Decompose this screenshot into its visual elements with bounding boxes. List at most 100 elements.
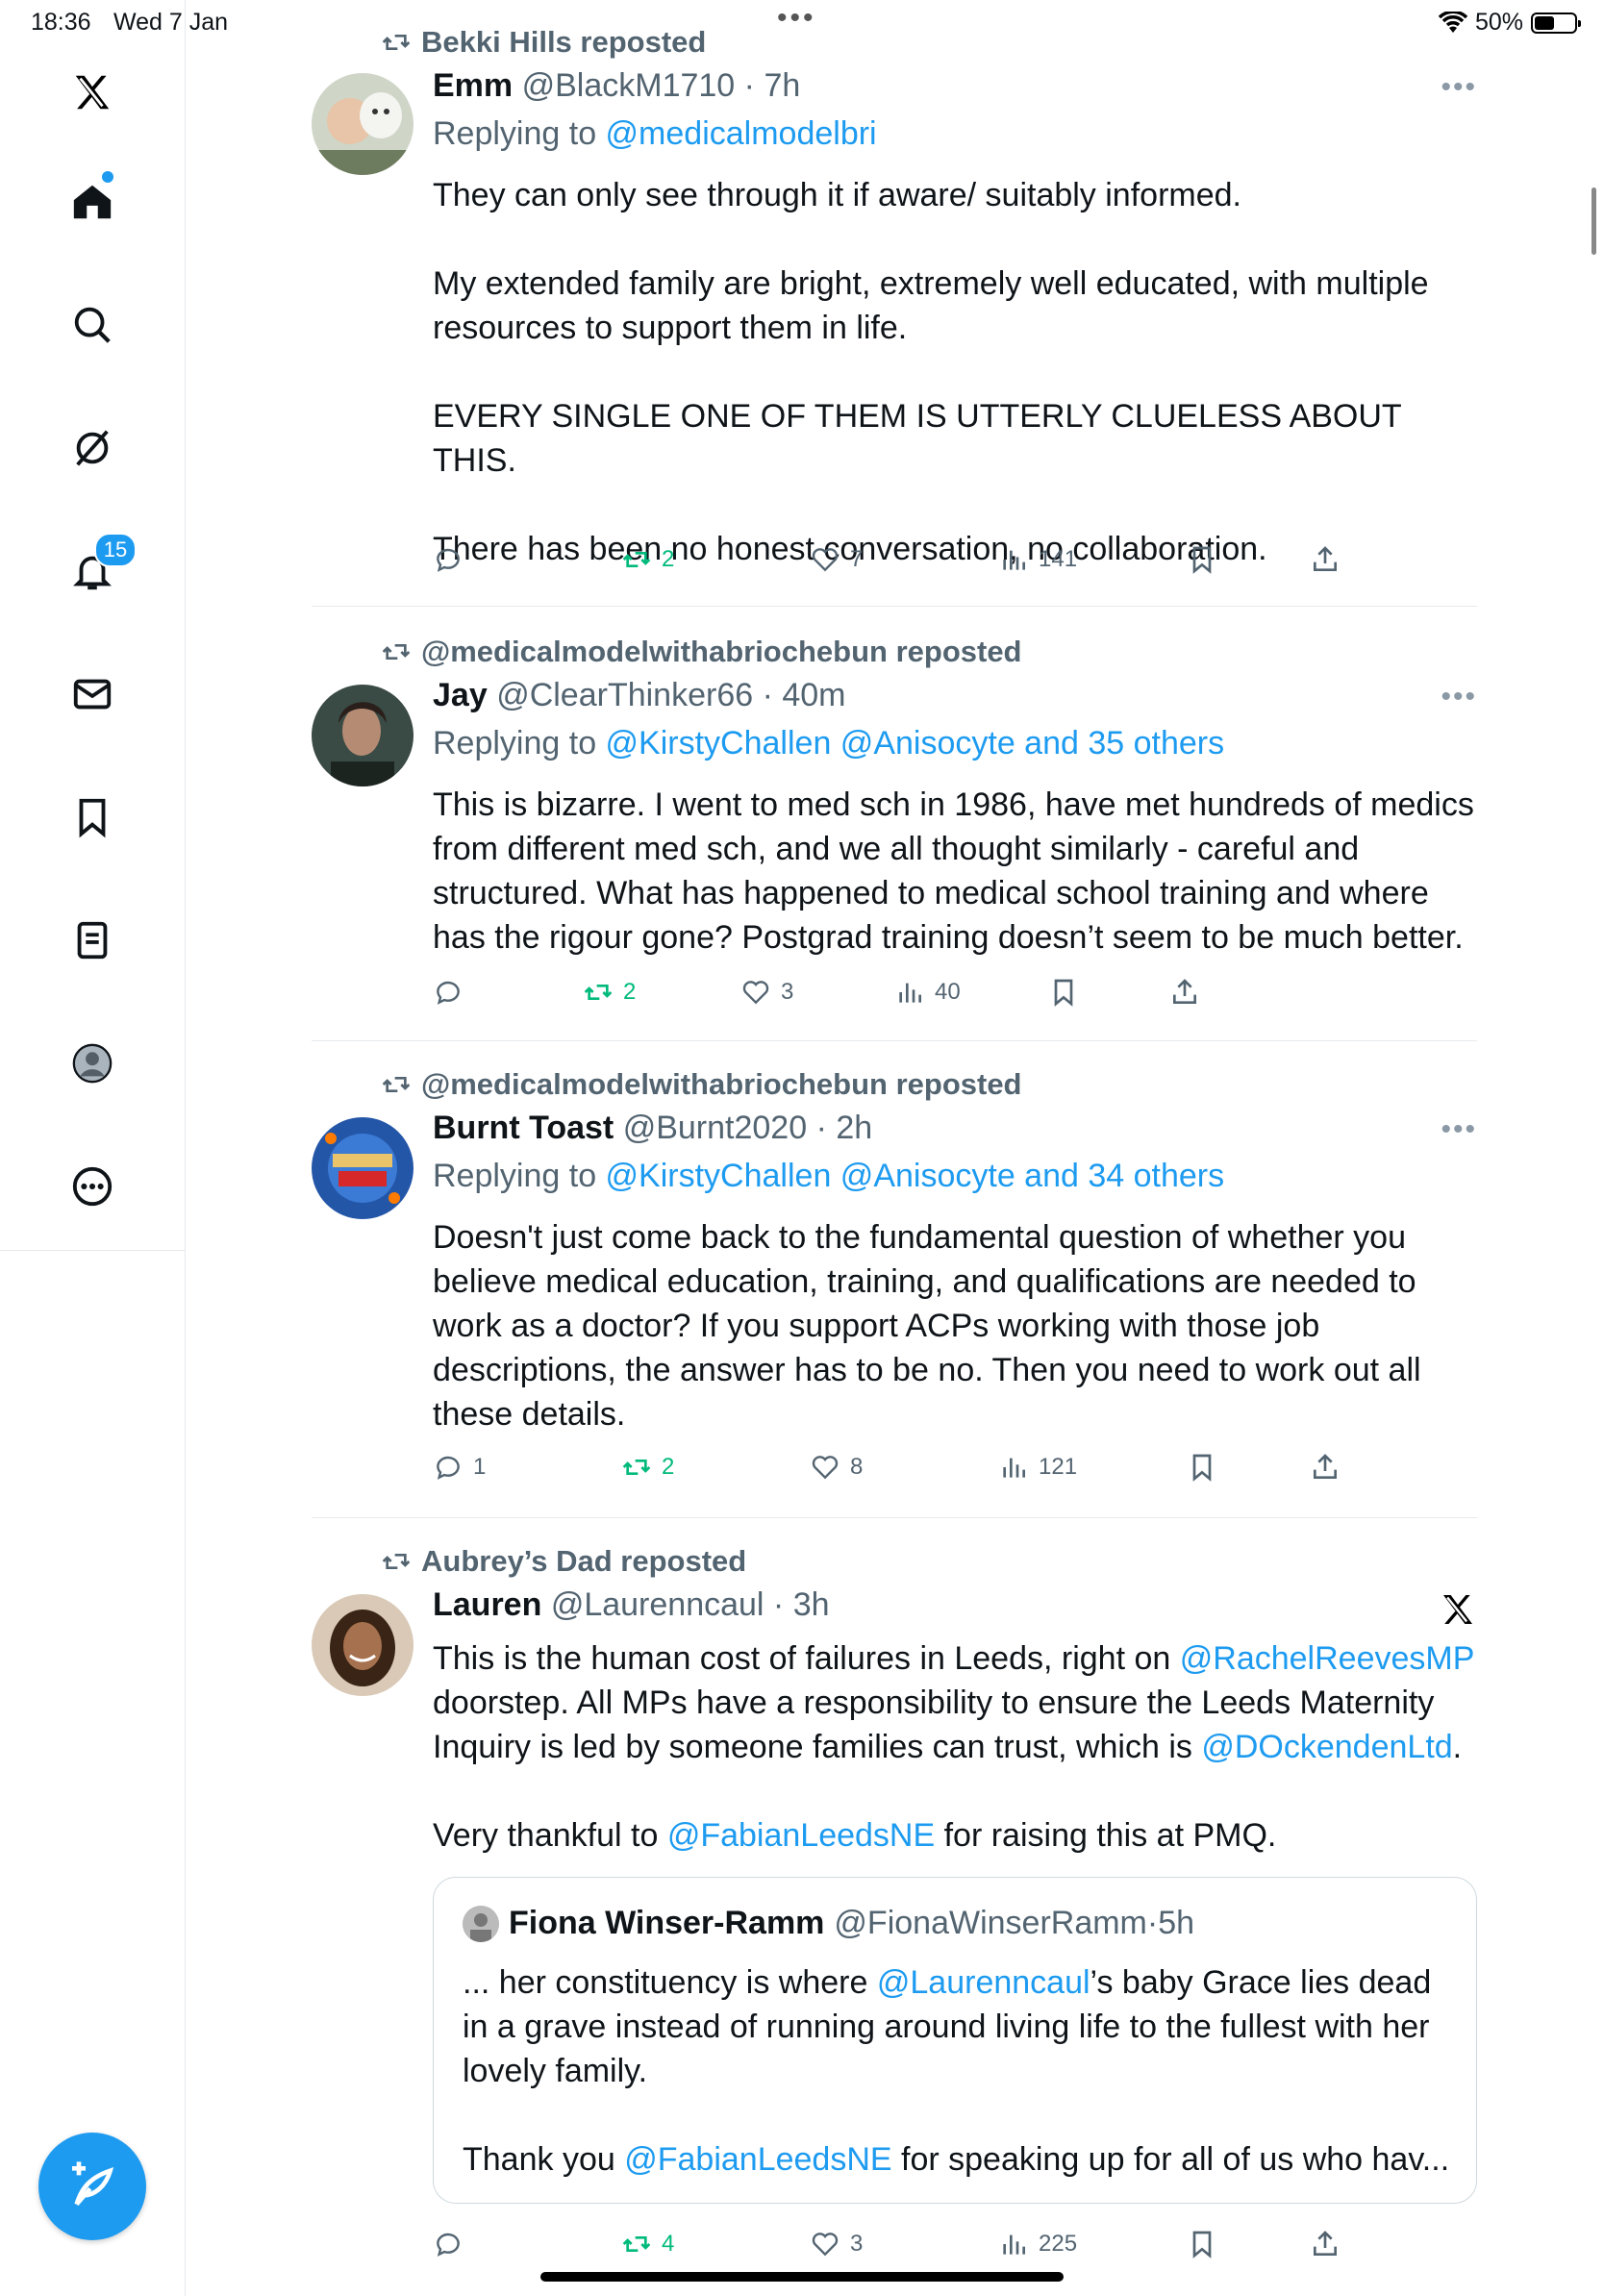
reply-button[interactable]: 1: [433, 1452, 486, 1483]
views-button[interactable]: 141: [998, 544, 1077, 575]
repost-indicator: @medicalmodelwithabriochebun reposted: [381, 635, 1022, 669]
author-handle[interactable]: @Burnt2020: [623, 1110, 807, 1146]
reply-target-link[interactable]: @KirstyChallen @Anisocyte and 34 others: [606, 1158, 1225, 1194]
mention-link[interactable]: @Laurenncaul: [877, 1964, 1090, 2001]
mention-link[interactable]: @FabianLeedsNE: [624, 2141, 891, 2178]
compose-feather-icon: [72, 2161, 114, 2207]
like-button[interactable]: 8: [810, 1452, 863, 1483]
more-options-icon[interactable]: •••: [1441, 71, 1477, 104]
sidebar-divider: [0, 1250, 185, 1251]
more-circle-icon[interactable]: [54, 1148, 131, 1225]
reposted-by: @medicalmodelwithabriochebun reposted: [421, 1067, 1022, 1101]
mention-link[interactable]: @FabianLeedsNE: [667, 1817, 935, 1854]
post-divider: [312, 1517, 1477, 1518]
post[interactable]: @medicalmodelwithabriochebun reposted Ja…: [312, 635, 1477, 1038]
views-button[interactable]: 121: [998, 1452, 1077, 1483]
post[interactable]: Bekki Hills reposted Emm @BlackM1710 · 7…: [312, 25, 1477, 602]
views-icon: [1003, 550, 1025, 570]
mention-link[interactable]: @RachelReevesMP: [1180, 1640, 1474, 1677]
author-name[interactable]: Burnt Toast: [433, 1110, 614, 1146]
x-logo-icon[interactable]: [54, 54, 131, 131]
scrollbar-thumb[interactable]: [1591, 187, 1596, 255]
like-button[interactable]: 3: [740, 977, 793, 1008]
list-icon[interactable]: [54, 902, 131, 979]
quote-author-handle: @FionaWinserRamm: [834, 1905, 1147, 1941]
post-time[interactable]: 40m: [782, 677, 845, 713]
avatar[interactable]: [312, 73, 414, 175]
repost-indicator: Bekki Hills reposted: [381, 25, 706, 60]
repost-icon: [622, 2236, 651, 2252]
battery-percent: 50%: [1474, 9, 1523, 36]
share-icon: [1173, 979, 1196, 1004]
x-logo-icon: [1443, 1595, 1472, 1624]
avatar[interactable]: [312, 1594, 414, 1696]
views-button[interactable]: 40: [894, 977, 961, 1008]
share-button[interactable]: [1310, 2229, 1341, 2259]
repost-button[interactable]: 2: [621, 544, 674, 575]
reply-target-link[interactable]: @KirstyChallen @Anisocyte and 35 others: [606, 725, 1225, 761]
sidebar: 15: [0, 0, 186, 2296]
post-time[interactable]: 7h: [764, 67, 800, 104]
author-name[interactable]: Emm: [433, 67, 513, 104]
author-handle[interactable]: @ClearThinker66: [496, 677, 753, 713]
like-button[interactable]: 7: [810, 544, 863, 575]
post[interactable]: @medicalmodelwithabriochebun reposted Bu…: [312, 1067, 1477, 1519]
views-icon: [1003, 2234, 1025, 2255]
bookmark-icon: [1054, 979, 1073, 1007]
post-text: They can only see through it if aware/ s…: [433, 177, 1429, 567]
views-button[interactable]: 225: [998, 2229, 1077, 2259]
repost-icon: [382, 35, 411, 50]
grok-icon[interactable]: [54, 410, 131, 487]
share-button[interactable]: [1169, 977, 1200, 1008]
author-handle[interactable]: @BlackM1710: [522, 67, 736, 104]
profile-icon[interactable]: [54, 1025, 131, 1102]
replying-to: Replying to @medicalmodelbri: [433, 115, 877, 152]
reply-target-link[interactable]: @medicalmodelbri: [606, 115, 877, 152]
like-button[interactable]: 3: [810, 2229, 863, 2259]
post-time[interactable]: 3h: [793, 1586, 830, 1623]
mail-icon[interactable]: [54, 656, 131, 733]
replying-to: Replying to @KirstyChallen @Anisocyte an…: [433, 1158, 1225, 1194]
home-indicator[interactable]: [540, 2272, 1064, 2282]
bookmark-button[interactable]: [1187, 544, 1217, 575]
post-divider: [312, 1040, 1477, 1041]
avatar[interactable]: [312, 685, 414, 786]
more-options-icon[interactable]: •••: [1441, 681, 1477, 713]
compose-post-button[interactable]: [38, 2133, 146, 2240]
home-icon[interactable]: [54, 163, 131, 240]
bookmark-icon: [1192, 546, 1212, 574]
share-icon: [1314, 546, 1337, 571]
repost-button[interactable]: 4: [621, 2229, 674, 2259]
bookmark-button[interactable]: [1048, 977, 1079, 1008]
quote-avatar[interactable]: [463, 1905, 499, 1942]
repost-icon: [622, 1460, 651, 1475]
bookmark-button[interactable]: [1187, 1452, 1217, 1483]
notification-badge: 15: [94, 533, 137, 567]
reposted-by: Bekki Hills reposted: [421, 25, 707, 59]
quoted-post[interactable]: Fiona Winser-Ramm @FionaWinserRamm · 5h …: [433, 1877, 1477, 2204]
post[interactable]: Aubrey’s Dad reposted Lauren @Laurenncau…: [312, 1544, 1477, 2275]
avatar[interactable]: [312, 1117, 414, 1219]
share-icon: [1314, 1454, 1337, 1479]
reply-button[interactable]: [433, 2229, 473, 2259]
repost-button[interactable]: 2: [583, 977, 636, 1008]
author-name[interactable]: Jay: [433, 677, 488, 713]
action-bar: 2 7 141: [433, 544, 1394, 583]
bookmark-button[interactable]: [1187, 2229, 1217, 2259]
author-name[interactable]: Lauren: [433, 1586, 541, 1623]
bookmark-icon: [1192, 2231, 1212, 2259]
author-handle[interactable]: @Laurenncaul: [551, 1586, 764, 1623]
repost-button[interactable]: 2: [621, 1452, 674, 1483]
search-icon[interactable]: [54, 287, 131, 363]
repost-indicator: Aubrey’s Dad reposted: [381, 1544, 746, 1579]
mention-link[interactable]: @DOckendenLtd: [1201, 1729, 1452, 1765]
share-button[interactable]: [1310, 544, 1341, 575]
notifications-button[interactable]: 15: [54, 533, 137, 610]
reply-button[interactable]: [433, 977, 473, 1008]
reply-button[interactable]: [433, 544, 473, 575]
bookmark-icon[interactable]: [54, 779, 131, 856]
post-time[interactable]: 2h: [836, 1110, 872, 1146]
share-button[interactable]: [1310, 1452, 1341, 1483]
more-options-icon[interactable]: •••: [1441, 1113, 1477, 1146]
repost-indicator: @medicalmodelwithabriochebun reposted: [381, 1067, 1022, 1102]
